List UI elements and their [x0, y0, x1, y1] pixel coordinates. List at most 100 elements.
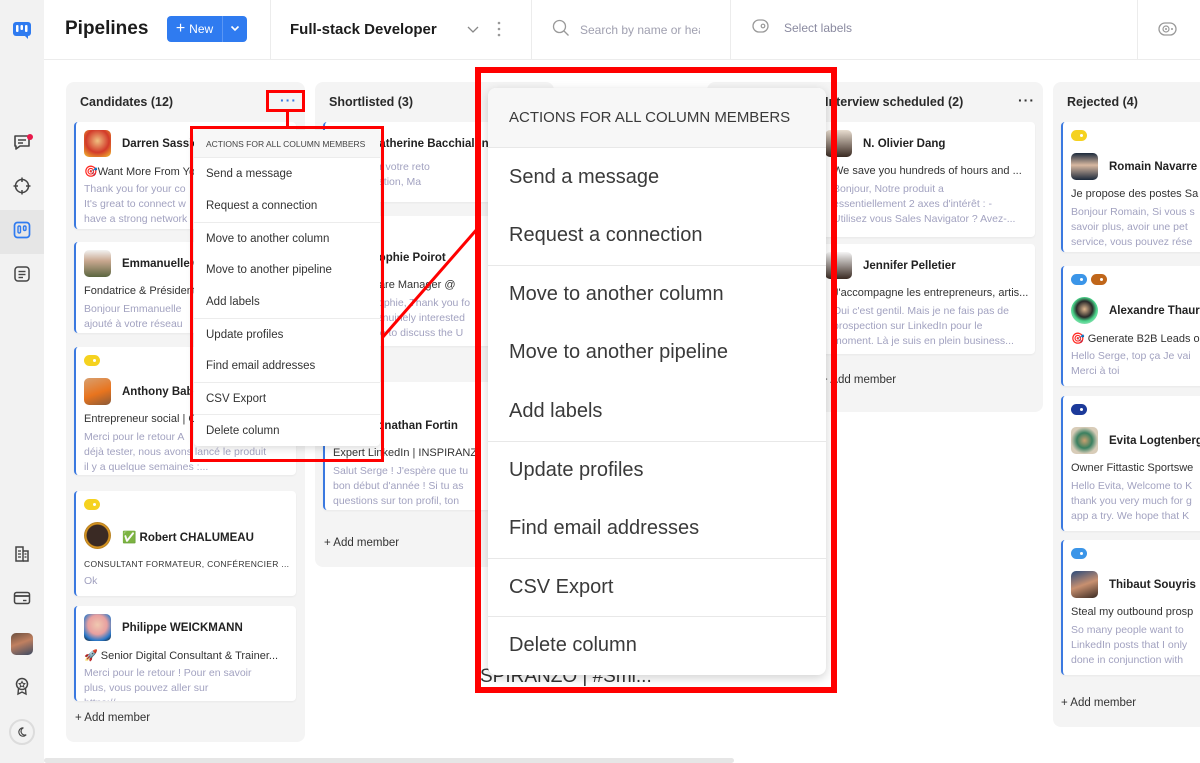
- column-title: Rejected (4): [1067, 95, 1138, 109]
- chevron-down-icon[interactable]: [466, 22, 480, 41]
- menu-item-request-connection[interactable]: Request a connection: [488, 207, 826, 266]
- candidate-card[interactable]: Thibaut Souyris Steal my outbound prosp …: [1061, 540, 1200, 675]
- avatar: [84, 250, 111, 277]
- avatar: [825, 252, 852, 279]
- divider: [531, 0, 532, 60]
- menu-item-move-pipeline[interactable]: Move to another pipeline: [488, 324, 826, 383]
- avatar: [1071, 153, 1098, 180]
- sidebar-item-notes[interactable]: [0, 254, 44, 298]
- column-more-icon[interactable]: ···: [1018, 92, 1035, 108]
- new-button[interactable]: + New: [167, 16, 247, 42]
- candidate-name: Jonathan Fortin: [371, 420, 458, 432]
- menu-item-add-labels[interactable]: Add labels: [488, 382, 826, 441]
- menu-item-find-emails[interactable]: Find email addresses: [488, 499, 826, 558]
- chevron-down-icon: [230, 20, 240, 38]
- add-member-button[interactable]: + Add member: [324, 537, 399, 549]
- candidate-card[interactable]: Romain Navarre Je propose des postes Sa …: [1061, 122, 1200, 252]
- avatar: [84, 522, 111, 549]
- new-dropdown-button[interactable]: [223, 16, 247, 42]
- column-title: Shortlisted (3): [329, 95, 414, 109]
- candidate-name: Emmanuelle C: [122, 258, 202, 270]
- plus-icon: +: [175, 20, 186, 37]
- label-tag: [1071, 274, 1087, 285]
- new-button-main[interactable]: + New: [167, 16, 223, 42]
- label-tag: [1071, 130, 1087, 141]
- label-tag: [1091, 274, 1107, 285]
- candidate-name: Jennifer Pelletier: [863, 260, 956, 272]
- label-tag: [84, 499, 100, 510]
- divider: [1137, 0, 1138, 60]
- sidebar-item-pipelines[interactable]: [0, 210, 44, 254]
- candidate-card[interactable]: Philippe WEICKMANN 🚀 Senior Digital Cons…: [74, 606, 296, 701]
- candidate-card[interactable]: Evita Logtenberg Owner Fittastic Sportsw…: [1061, 396, 1200, 531]
- label-tag: [1071, 404, 1087, 415]
- candidate-card[interactable]: ✅ Robert CHALUMEAU CONSULTANT FORMATEUR,…: [74, 491, 296, 596]
- sidebar-item-billing[interactable]: [0, 578, 44, 622]
- page-title: Pipelines: [65, 18, 149, 39]
- candidate-headline: Je propose des postes Sa: [1071, 188, 1199, 200]
- theme-toggle[interactable]: [0, 710, 44, 754]
- search-icon: [552, 19, 570, 40]
- menu-item-move-column[interactable]: Move to another column: [488, 265, 826, 324]
- menu-item-delete-column[interactable]: Delete column: [194, 414, 380, 446]
- label-select[interactable]: Select labels: [752, 19, 852, 36]
- last-message: Hello Evita, Welcome to K thank you very…: [1071, 480, 1193, 522]
- last-message: Oui c'est gentil. Mais je ne fais pas de…: [833, 305, 1014, 347]
- add-member-button[interactable]: + Add member: [821, 374, 896, 386]
- candidate-headline: We save you hundreds of hours and ...: [833, 165, 1022, 177]
- sidebar-item-stack[interactable]: [0, 534, 44, 578]
- candidate-name: Evita Logtenberg: [1109, 435, 1200, 447]
- menu-header: ACTIONS FOR ALL COLUMN MEMBERS: [194, 130, 380, 158]
- menu-header: ACTIONS FOR ALL COLUMN MEMBERS: [488, 88, 826, 148]
- candidate-name: N. Olivier Dang: [863, 138, 946, 150]
- menu-item-request-connection[interactable]: Request a connection: [194, 190, 380, 222]
- column-actions-menu-zoomed: ACTIONS FOR ALL COLUMN MEMBERS Send a me…: [488, 88, 826, 675]
- menu-item-move-column[interactable]: Move to another column: [194, 222, 380, 254]
- more-vertical-icon[interactable]: [496, 20, 502, 43]
- menu-item-add-labels[interactable]: Add labels: [194, 286, 380, 318]
- sidebar-item-rewards[interactable]: [0, 666, 44, 710]
- candidate-name: Romain Navarre: [1109, 161, 1198, 173]
- stack-icon: [12, 544, 32, 569]
- candidate-name: Darren Sassie: [122, 138, 199, 150]
- horizontal-scrollbar[interactable]: [44, 758, 734, 763]
- menu-item-move-pipeline[interactable]: Move to another pipeline: [194, 254, 380, 286]
- candidate-headline: 🎯 Generate B2B Leads o: [1071, 333, 1200, 345]
- add-member-button[interactable]: + Add member: [1061, 697, 1136, 709]
- sidebar: [0, 0, 44, 763]
- sidebar-item-target[interactable]: [0, 166, 44, 210]
- avatar: [825, 130, 852, 157]
- candidate-name: Catherine Bacchialoni: [371, 138, 492, 150]
- avatar: [84, 130, 111, 157]
- menu-item-csv-export[interactable]: CSV Export: [488, 557, 826, 617]
- label-tag-icon: [752, 19, 770, 36]
- top-bar: Pipelines + New Full-stack Developer Sear…: [44, 0, 1200, 60]
- menu-item-send-message[interactable]: Send a message: [194, 158, 380, 190]
- candidate-headline: Owner Fittastic Sportswe: [1071, 462, 1194, 474]
- sidebar-item-messages[interactable]: [0, 122, 44, 166]
- search-placeholder: Search by name or hea: [580, 22, 700, 37]
- column-more-icon[interactable]: ···: [280, 92, 297, 108]
- candidate-name: Anthony Babe: [122, 386, 200, 398]
- candidate-name: Sophie Poirot: [371, 252, 446, 264]
- menu-item-delete-column[interactable]: Delete column: [488, 616, 826, 675]
- menu-item-send-message[interactable]: Send a message: [488, 148, 826, 207]
- app-logo-icon[interactable]: [0, 8, 44, 52]
- search-input[interactable]: Search by name or hea: [552, 19, 700, 40]
- last-message: Hello Serge, top ça Je vai Merci à toi: [1071, 350, 1191, 377]
- candidate-headline: Steal my outbound prosp: [1071, 606, 1194, 618]
- user-avatar: [11, 633, 33, 655]
- tag-view-toggle-icon[interactable]: [1158, 21, 1178, 42]
- add-member-button[interactable]: + Add member: [75, 712, 150, 724]
- menu-item-csv-export[interactable]: CSV Export: [194, 382, 380, 414]
- last-message: So many people want to LinkedIn posts th…: [1071, 624, 1188, 666]
- last-message: Merci pour le retour ! Pour en savoir pl…: [84, 667, 252, 701]
- menu-item-update-profiles[interactable]: Update profiles: [488, 440, 826, 500]
- pipeline-selector[interactable]: Full-stack Developer: [290, 21, 437, 38]
- menu-item-update-profiles[interactable]: Update profiles: [194, 318, 380, 350]
- label-tag: [1071, 548, 1087, 559]
- candidate-card[interactable]: Alexandre Thaure 🎯 Generate B2B Leads o …: [1061, 266, 1200, 386]
- column-title: Candidates (12): [80, 95, 174, 109]
- sidebar-item-profile[interactable]: [0, 622, 44, 666]
- menu-item-find-emails[interactable]: Find email addresses: [194, 350, 380, 382]
